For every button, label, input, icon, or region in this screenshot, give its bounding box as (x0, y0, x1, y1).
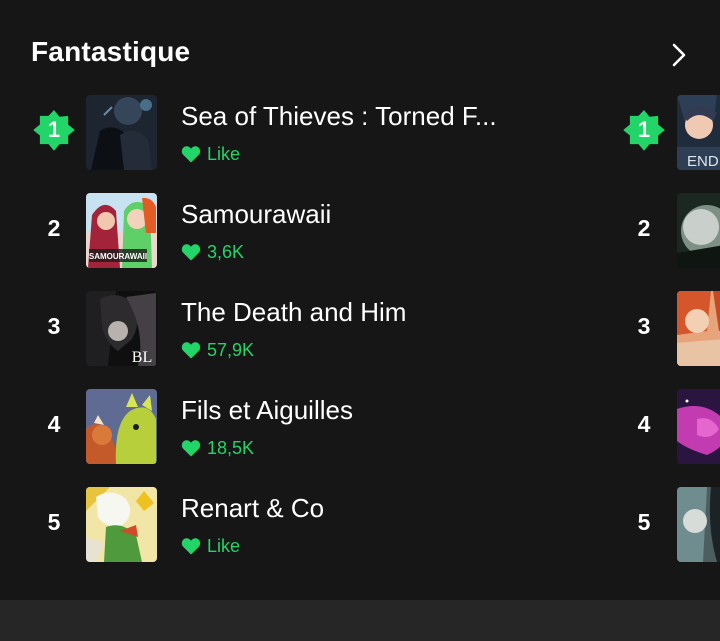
ranking-list-secondary: 1 END 2 3 4 5 (600, 93, 720, 583)
cover-thumbnail[interactable] (86, 95, 157, 170)
likes: Like (181, 535, 240, 557)
comic-title[interactable]: Fils et Aiguilles (181, 395, 521, 426)
heart-icon (181, 244, 201, 261)
chevron-right-icon[interactable] (668, 42, 690, 68)
comic-title[interactable]: Sea of Thieves : Torned F... (181, 101, 521, 132)
list-item[interactable]: 2 SAMOURAWAII Samourawaii 3,6K (0, 191, 600, 289)
comic-title[interactable]: Samourawaii (181, 199, 521, 230)
list-item[interactable]: 4 (600, 387, 720, 485)
list-item[interactable]: 4 Fils et Aiguilles 18,5K (0, 387, 600, 485)
heart-icon (181, 440, 201, 457)
rank-number: 5 (47, 508, 61, 535)
section-header: Fantastique (31, 36, 720, 76)
cover-thumbnail[interactable]: BL (86, 291, 157, 366)
heart-icon (181, 342, 201, 359)
likes: Like (181, 143, 240, 165)
likes-count: 18,5K (207, 437, 255, 458)
rank-number: 1 (47, 117, 61, 142)
likes-count: 57,9K (207, 339, 255, 360)
rank-number: 5 (637, 508, 651, 535)
list-item[interactable]: 5 (600, 485, 720, 583)
rank-number: 1 (637, 117, 651, 142)
rank-badge: 1 (32, 108, 76, 152)
cover-text: BL (132, 349, 152, 366)
cover-text: END (687, 153, 719, 170)
likes: 18,5K (181, 437, 254, 459)
list-item[interactable]: 1 END (600, 93, 720, 191)
bottom-divider (0, 600, 720, 641)
rank-number: 3 (47, 312, 61, 339)
likes: 57,9K (181, 339, 254, 361)
heart-icon (181, 146, 201, 163)
comic-title[interactable]: The Death and Him (181, 297, 521, 328)
rank-number: 2 (637, 214, 651, 241)
cover-thumbnail[interactable] (677, 291, 720, 366)
cover-thumbnail[interactable] (86, 389, 157, 464)
cover-text: SAMOURAWAII (89, 252, 147, 261)
rank-number: 4 (47, 410, 61, 437)
rank-number: 4 (637, 410, 651, 437)
list-item[interactable]: 3 (600, 289, 720, 387)
likes-count: 3,6K (207, 241, 245, 262)
rank-badge: 1 (622, 108, 666, 152)
cover-thumbnail[interactable] (677, 487, 720, 562)
list-item[interactable]: 3 BL The Death and Him 57,9K (0, 289, 600, 387)
likes-count: Like (207, 535, 241, 556)
cover-thumbnail[interactable] (86, 487, 157, 562)
cover-thumbnail[interactable]: SAMOURAWAII (86, 193, 157, 268)
section-title: Fantastique (31, 36, 191, 67)
rank-number: 3 (637, 312, 651, 339)
cover-thumbnail[interactable]: END (677, 95, 720, 170)
list-item[interactable]: 2 (600, 191, 720, 289)
comic-title[interactable]: Renart & Co (181, 493, 521, 524)
cover-thumbnail[interactable] (677, 193, 720, 268)
likes: 3,6K (181, 241, 244, 263)
list-item[interactable]: 1 Sea of Thieves : Torned F... Like (0, 93, 600, 191)
ranking-list-primary: 1 Sea of Thieves : Torned F... Like 2 SA… (0, 93, 600, 583)
cover-thumbnail[interactable] (677, 389, 720, 464)
list-item[interactable]: 5 Renart & Co Like (0, 485, 600, 583)
heart-icon (181, 538, 201, 555)
rank-number: 2 (47, 214, 61, 241)
likes-count: Like (207, 143, 241, 164)
